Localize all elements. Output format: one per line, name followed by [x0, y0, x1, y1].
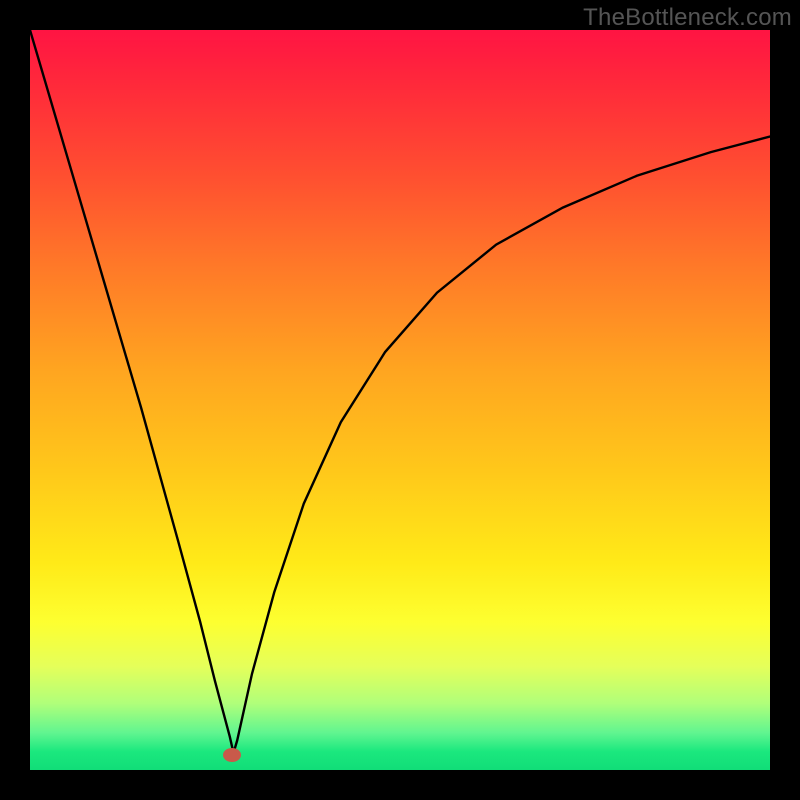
- watermark-text: TheBottleneck.com: [583, 4, 792, 32]
- chart-container: TheBottleneck.com: [0, 0, 800, 800]
- plot-area: [30, 30, 770, 770]
